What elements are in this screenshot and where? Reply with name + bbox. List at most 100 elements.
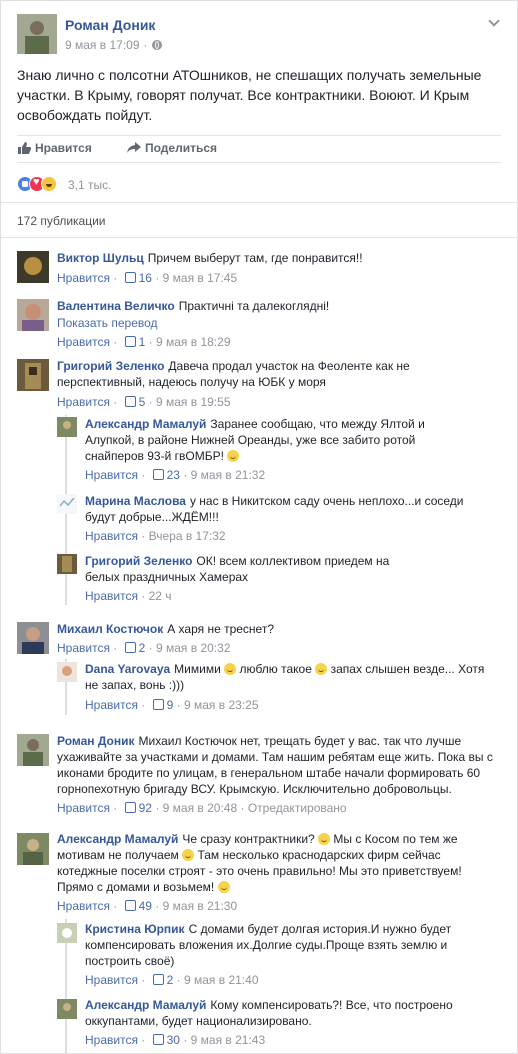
comment-like-link[interactable]: Нравится — [85, 1033, 138, 1047]
post-meta: 9 мая в 17:09 · — [65, 38, 162, 52]
comment-text: люблю такое — [239, 662, 312, 676]
comment-like-link[interactable]: Нравится — [57, 271, 110, 285]
comment-like-link[interactable]: Нравится — [57, 395, 110, 409]
comment-text: Практичні та далекоглядні! — [178, 299, 330, 313]
comment-footer: Нравится · 1 · 9 мая в 18:29 — [57, 335, 231, 349]
comment-time[interactable]: 9 мая в 19:55 — [156, 395, 231, 409]
commenter-avatar[interactable] — [57, 417, 77, 437]
comment-time[interactable]: 9 мая в 20:48 — [163, 801, 238, 815]
commenter-avatar[interactable] — [17, 734, 49, 766]
chevron-down-icon[interactable] — [487, 16, 501, 30]
comment-author[interactable]: Кристина Юрпик — [85, 922, 185, 936]
like-count-icon — [152, 699, 164, 710]
commenter-avatar[interactable] — [17, 359, 49, 391]
comment-like-link[interactable]: Нравится — [57, 335, 110, 349]
comment-like-count[interactable]: 2 — [167, 973, 174, 987]
comment-author[interactable]: Григорий Зеленко — [85, 554, 192, 568]
comment-author[interactable]: Валентина Величко — [57, 299, 175, 313]
post-header: Роман Доник 9 мая в 17:09 · — [17, 14, 501, 56]
comment-body: Dana Yarovaya Мимими люблю такое запах сл… — [85, 661, 485, 693]
comment-body: Михаил Костючок А харя не треснет? — [57, 621, 497, 637]
like-count-icon — [124, 396, 136, 407]
comment-like-link[interactable]: Нравится — [85, 589, 138, 603]
comment-author[interactable]: Роман Доник — [57, 734, 135, 748]
comment-author[interactable]: Виктор Шульц — [57, 251, 144, 265]
comment-like-count[interactable]: 30 — [167, 1033, 180, 1047]
comment-author[interactable]: Михаил Костючок — [57, 622, 163, 636]
comment-author[interactable]: Александр Мамалуй — [85, 998, 206, 1012]
commenter-avatar[interactable] — [57, 662, 77, 682]
haha-reaction-icon — [41, 176, 57, 192]
comment-author[interactable]: Dana Yarovaya — [85, 662, 170, 676]
commenter-avatar[interactable] — [17, 622, 49, 654]
commenter-avatar[interactable] — [57, 554, 77, 574]
divider — [1, 202, 517, 203]
comment-like-count[interactable]: 2 — [139, 641, 146, 655]
publications-count[interactable]: 172 публикации — [17, 214, 106, 228]
comment-like-count[interactable]: 49 — [139, 899, 152, 913]
share-label: Поделиться — [145, 141, 218, 155]
comment-text: Причем выберут там, где понравится!! — [147, 251, 363, 265]
commenter-avatar[interactable] — [17, 299, 49, 331]
commenter-avatar[interactable] — [57, 923, 77, 943]
comment-time[interactable]: 9 мая в 21:30 — [163, 899, 238, 913]
comment-time[interactable]: 9 мая в 20:32 — [156, 641, 231, 655]
comment-like-count[interactable]: 1 — [139, 335, 146, 349]
comment-time[interactable]: 9 мая в 17:45 — [163, 271, 238, 285]
comment-body: Григорий Зеленко Давеча продал участок на… — [57, 358, 437, 390]
like-count-icon — [152, 469, 164, 480]
globe-icon — [151, 40, 162, 50]
comment-body: Александр Мамалуй Кому компенсировать?! В… — [85, 997, 465, 1029]
smile-emoji-icon — [182, 849, 195, 861]
comment-body: Григорий Зеленко ОК! всем коллективом при… — [85, 553, 415, 585]
comment-time[interactable]: Вчера в 17:32 — [149, 529, 226, 543]
post-author[interactable]: Роман Доник — [65, 17, 155, 33]
comment-time[interactable]: 22 ч — [149, 589, 172, 603]
comment-author[interactable]: Александр Мамалуй — [57, 832, 178, 846]
comment-body: Марина Маслова у нас в Никитском саду оче… — [85, 493, 475, 525]
comment-time[interactable]: 9 мая в 23:25 — [184, 698, 259, 712]
like-label: Нравится — [35, 141, 92, 155]
comment-author[interactable]: Марина Маслова — [85, 494, 186, 508]
comment-body: Валентина Величко Практичні та далекогляд… — [57, 298, 497, 314]
comment-like-count[interactable]: 23 — [167, 468, 180, 482]
smile-emoji-icon — [227, 450, 240, 462]
comment-like-count[interactable]: 5 — [139, 395, 146, 409]
comment-like-link[interactable]: Нравится — [57, 899, 110, 913]
commenter-avatar[interactable] — [57, 999, 77, 1019]
share-icon — [127, 141, 141, 154]
post-actions: Нравится Поделиться — [17, 135, 501, 163]
comment-like-link[interactable]: Нравится — [85, 973, 138, 987]
comment-time[interactable]: 9 мая в 21:40 — [184, 973, 259, 987]
show-translation-link[interactable]: Показать перевод — [57, 316, 158, 330]
comment-time[interactable]: 9 мая в 18:29 — [156, 335, 231, 349]
comment-like-count[interactable]: 9 — [167, 698, 174, 712]
comment-like-link[interactable]: Нравится — [57, 641, 110, 655]
comment-mention[interactable]: Михаил Костючок — [139, 734, 237, 748]
comment-like-link[interactable]: Нравится — [85, 468, 138, 482]
commenter-avatar[interactable] — [57, 494, 77, 514]
comment-time[interactable]: 9 мая в 21:32 — [191, 468, 266, 482]
like-button[interactable]: Нравится — [17, 141, 92, 155]
comment-text: Че сразу контрактники? — [182, 832, 315, 846]
commenter-avatar[interactable] — [17, 833, 49, 865]
comment-author[interactable]: Григорий Зеленко — [57, 359, 164, 373]
comment-like-link[interactable]: Нравится — [85, 529, 138, 543]
comment-time[interactable]: 9 мая в 21:43 — [191, 1033, 266, 1047]
comment-like-link[interactable]: Нравится — [85, 698, 138, 712]
post-date[interactable]: 9 мая в 17:09 — [65, 38, 140, 52]
comment-author[interactable]: Александр Мамалуй — [85, 417, 206, 431]
edited-label[interactable]: Отредактировано — [248, 801, 347, 815]
author-avatar[interactable] — [17, 14, 57, 54]
comment-footer: Нравится · 30 · 9 мая в 21:43 — [85, 1033, 266, 1047]
comment-footer: Нравится · 2 · 9 мая в 21:40 — [85, 973, 259, 987]
comment-body: Роман Доник Михаил Костючок нет, трещать … — [57, 733, 497, 797]
comment-like-count[interactable]: 16 — [139, 271, 152, 285]
comment-footer: Нравится · 16 · 9 мая в 17:45 — [57, 271, 238, 285]
comment-like-count[interactable]: 92 — [139, 801, 152, 815]
comment-like-link[interactable]: Нравится — [57, 801, 110, 815]
commenter-avatar[interactable] — [17, 251, 49, 283]
share-button[interactable]: Поделиться — [127, 141, 217, 155]
comment-text: А харя не треснет? — [167, 622, 275, 636]
thumbs-up-icon — [17, 141, 31, 154]
